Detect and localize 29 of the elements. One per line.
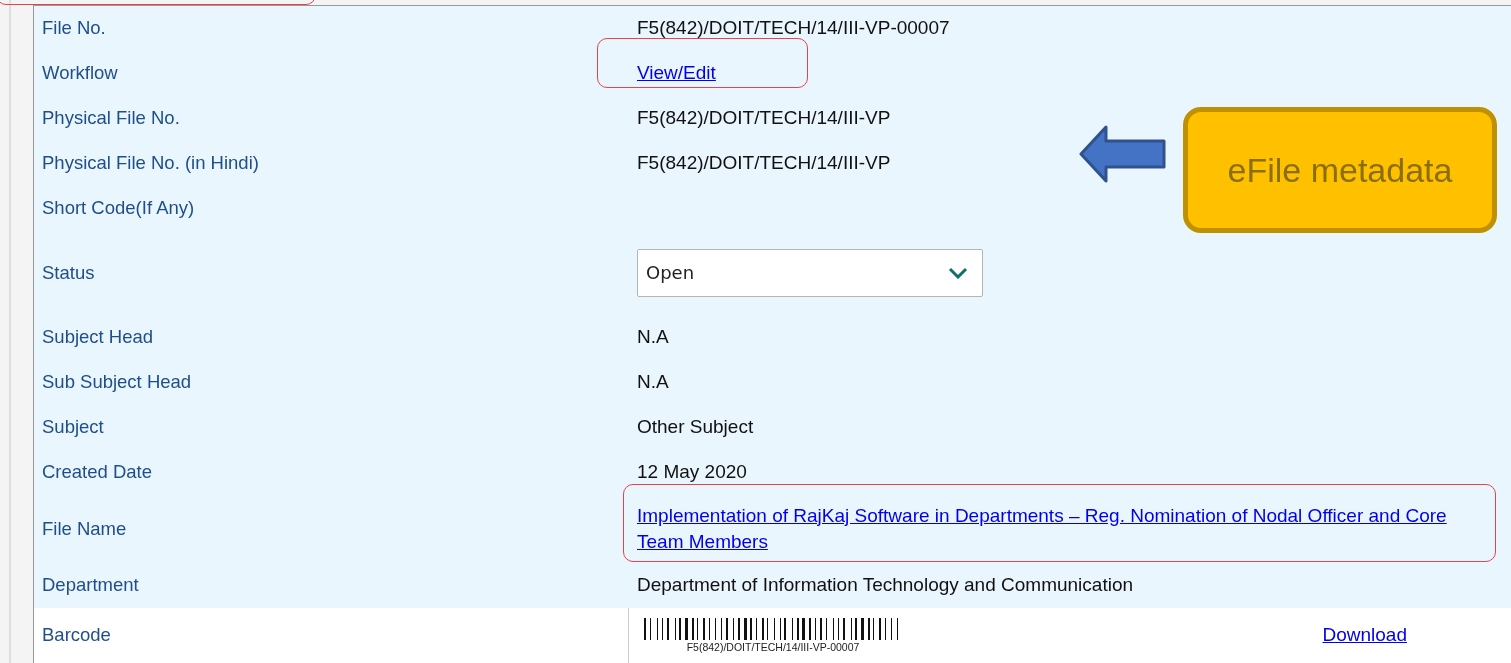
barcode-text: F5(842)/DOIT/TECH/14/III-VP-00007 — [686, 640, 860, 653]
field-label: Short Code(If Any) — [42, 197, 195, 220]
field-label: Workflow — [42, 62, 118, 85]
download-link[interactable]: Download — [1322, 624, 1407, 647]
field-label: Created Date — [42, 461, 153, 484]
field-value: F5(842)/DOIT/TECH/14/III-VP — [637, 107, 891, 130]
link[interactable]: Implementation of RajKaj Software in Departments – Reg. Nomination of Nodal Officer and Core Team Members — [637, 502, 1487, 555]
field-value: Department of Information Technology and Communication — [637, 573, 1134, 596]
link[interactable]: View/Edit — [637, 62, 716, 85]
field-value: Other Subject — [637, 416, 754, 439]
field-label: Physical File No. — [42, 107, 180, 130]
callout-note: eFile metadata — [1183, 107, 1497, 233]
field-label: Sub Subject Head — [42, 371, 192, 394]
arrow-icon — [1079, 124, 1167, 184]
field-label: Subject — [42, 416, 104, 439]
field-label: File Name — [42, 517, 127, 540]
field-value: N.A — [637, 326, 669, 349]
field-label: Barcode — [42, 624, 111, 647]
field-value: 12 May 2020 — [637, 461, 747, 484]
field-value: F5(842)/DOIT/TECH/14/III-VP-00007 — [637, 17, 950, 40]
field-label: Subject Head — [42, 326, 154, 349]
chevron-down-icon — [948, 266, 968, 279]
field-label: File No. — [42, 17, 106, 40]
field-value: F5(842)/DOIT/TECH/14/III-VP — [637, 152, 891, 175]
status-dropdown[interactable]: Open — [637, 248, 983, 297]
field-label: Department — [42, 573, 139, 596]
field-value: N.A — [637, 371, 669, 394]
field-label: Status — [42, 261, 95, 284]
field-label: Physical File No. (in Hindi) — [42, 152, 259, 175]
